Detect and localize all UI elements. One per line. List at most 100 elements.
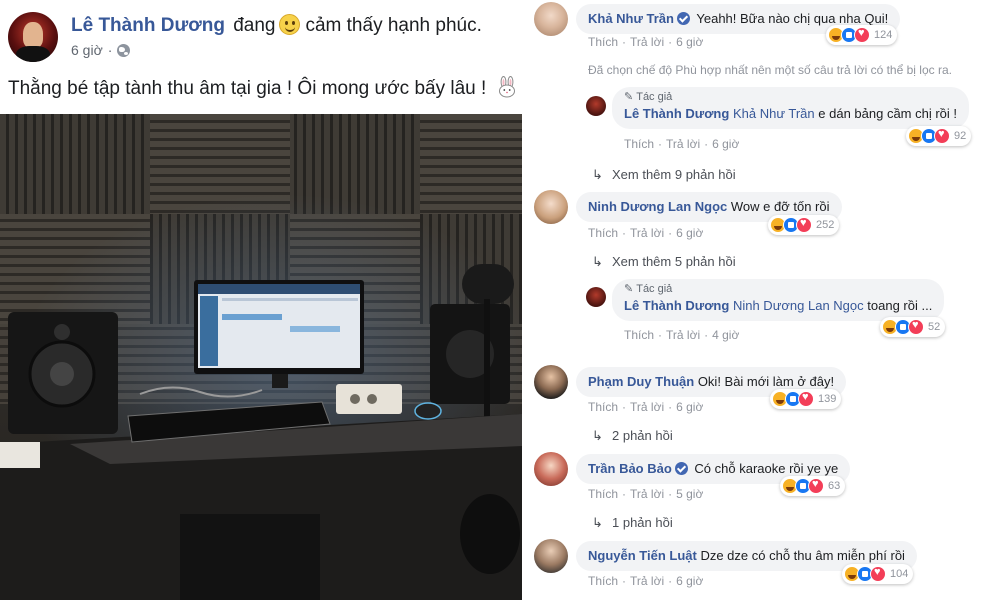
comment-text: Wow e đỡ tốn rồi	[730, 199, 830, 214]
comment-actions: Thích · Trả lời · 5 giờ	[588, 487, 703, 501]
reply-bubble: ✎ Tác giả Lê Thành Dương Khả Như Trần e d…	[612, 87, 970, 129]
author-badge: ✎ Tác giả	[624, 283, 932, 296]
post: Lê Thành Dương đang cảm thấy hạnh phúc. 6…	[0, 0, 522, 600]
post-author-name[interactable]: Lê Thành Dương	[71, 15, 225, 36]
view-more-replies-link[interactable]: ↳ 2 phản hồi	[592, 428, 673, 444]
comment-avatar[interactable]	[534, 2, 568, 36]
comment-actions: Thích · Trả lời · 6 giờ	[624, 137, 739, 151]
reply-link[interactable]: Trả lời	[630, 35, 664, 49]
globe-icon[interactable]	[117, 43, 131, 57]
comment-time[interactable]: 6 giờ	[712, 137, 739, 151]
separator-dot: ·	[668, 400, 673, 414]
reaction-count: 52	[928, 321, 941, 333]
commenter-name[interactable]: Ninh Dương Lan Ngọc	[588, 199, 727, 214]
post-photo[interactable]	[0, 114, 522, 600]
reply-link[interactable]: Trả lời	[666, 328, 700, 342]
smiley-icon	[279, 14, 301, 35]
post-header: Lê Thành Dương đang cảm thấy hạnh phúc. 6…	[8, 12, 482, 62]
separator-dot: ·	[622, 487, 627, 501]
pencil-icon: ✎	[624, 91, 634, 103]
reaction-summary[interactable]: 252	[768, 215, 840, 235]
post-body: Thằng bé tập tành thu âm tại gia ! Ôi mo…	[8, 76, 518, 102]
comment-time[interactable]: 4 giờ	[712, 328, 739, 342]
commenter-name[interactable]: Khả Như Trần	[588, 11, 674, 26]
comment-time[interactable]: 5 giờ	[676, 487, 703, 501]
reply-link[interactable]: Trả lời	[630, 226, 664, 240]
love-reaction-icon	[808, 478, 824, 494]
view-more-replies-label: 2 phản hồi	[612, 428, 673, 443]
comment-avatar[interactable]	[534, 365, 568, 399]
reaction-summary[interactable]: 63	[780, 476, 846, 496]
author-badge-label: Tác giả	[636, 91, 673, 103]
reaction-count: 124	[874, 29, 893, 41]
like-link[interactable]: Thích	[588, 226, 618, 240]
view-more-replies-link[interactable]: ↳ Xem thêm 5 phản hồi	[592, 254, 736, 270]
like-link[interactable]: Thích	[588, 574, 618, 588]
commenter-name[interactable]: Lê Thành Dương	[624, 106, 729, 121]
reaction-summary[interactable]: 139	[770, 389, 842, 409]
post-meta: Lê Thành Dương đang cảm thấy hạnh phúc. 6…	[71, 14, 482, 62]
reaction-summary[interactable]: 92	[906, 126, 972, 146]
author-badge: ✎ Tác giả	[624, 91, 957, 104]
love-reaction-icon	[908, 319, 924, 335]
post-time[interactable]: 6 giờ	[71, 42, 103, 58]
reaction-summary[interactable]: 104	[842, 564, 914, 584]
love-reaction-icon	[796, 217, 812, 233]
comment-avatar[interactable]	[534, 539, 568, 573]
comment-avatar[interactable]	[534, 190, 568, 224]
author-avatar[interactable]	[8, 12, 58, 62]
commenter-name[interactable]: Phạm Duy Thuận	[588, 374, 694, 389]
filter-note: Đã chọn chế độ Phù hợp nhất nên một số c…	[588, 63, 952, 77]
reaction-count: 104	[890, 568, 909, 580]
reply-link[interactable]: Trả lời	[630, 400, 664, 414]
like-link[interactable]: Thích	[624, 328, 654, 342]
separator-dot: ·	[668, 487, 673, 501]
love-reaction-icon	[798, 391, 814, 407]
commenter-name[interactable]: Nguyễn Tiến Luật	[588, 548, 697, 563]
like-link[interactable]: Thích	[588, 35, 618, 49]
reply-bubble: ✎ Tác giả Lê Thành Dương Ninh Dương Lan N…	[612, 279, 945, 321]
view-more-replies-link[interactable]: ↳ Xem thêm 9 phản hồi	[592, 167, 736, 183]
separator-dot: ·	[107, 42, 113, 58]
comment-text: Dze dze có chỗ thu âm miễn phí rồi	[700, 548, 905, 563]
post-text: Thằng bé tập tành thu âm tại gia ! Ôi mo…	[8, 78, 487, 99]
separator-dot: ·	[622, 574, 627, 588]
post-title-line: Lê Thành Dương đang cảm thấy hạnh phúc.	[71, 14, 482, 38]
comment-time[interactable]: 6 giờ	[676, 35, 703, 49]
tagged-user[interactable]: Khả Như Trần	[733, 106, 815, 121]
view-more-replies-link[interactable]: ↳ 1 phản hồi	[592, 515, 673, 531]
reply-link[interactable]: Trả lời	[630, 574, 664, 588]
commenter-name[interactable]: Lê Thành Dương	[624, 298, 729, 313]
like-link[interactable]: Thích	[588, 487, 618, 501]
view-more-replies-label: Xem thêm 9 phản hồi	[612, 167, 736, 182]
reply-avatar[interactable]	[586, 287, 606, 307]
view-more-replies-label: Xem thêm 5 phản hồi	[612, 254, 736, 269]
reaction-summary[interactable]: 52	[880, 317, 946, 337]
comment-actions: Thích · Trả lời · 6 giờ	[588, 226, 703, 240]
commenter-name[interactable]: Trần Bảo Bảo	[588, 461, 672, 476]
love-reaction-icon	[934, 128, 950, 144]
comment-actions: Thích · Trả lời · 6 giờ	[588, 574, 703, 588]
reply-link[interactable]: Trả lời	[666, 137, 700, 151]
separator-dot: ·	[622, 35, 627, 49]
reply-link[interactable]: Trả lời	[630, 487, 664, 501]
separator-dot: ·	[668, 226, 673, 240]
comments-section: Khả Như Trần Yeahh! Bữa nào chị qua nha …	[530, 0, 1000, 600]
comment-time[interactable]: 6 giờ	[676, 400, 703, 414]
feeling-prefix: đang	[233, 15, 276, 36]
like-link[interactable]: Thích	[624, 137, 654, 151]
separator-dot: ·	[704, 137, 709, 151]
reply-avatar[interactable]	[586, 96, 606, 116]
separator-dot: ·	[668, 35, 673, 49]
comment-time[interactable]: 6 giờ	[676, 226, 703, 240]
tagged-user[interactable]: Ninh Dương Lan Ngọc	[733, 298, 864, 313]
comment-text: Có chỗ karaoke rồi ye ye	[694, 461, 839, 476]
like-link[interactable]: Thích	[588, 400, 618, 414]
feeling-text[interactable]: cảm thấy hạnh phúc.	[305, 15, 481, 36]
comment-time[interactable]: 6 giờ	[676, 574, 703, 588]
separator-dot: ·	[704, 328, 709, 342]
reaction-summary[interactable]: 124	[826, 25, 898, 45]
view-more-replies-label: 1 phản hồi	[612, 515, 673, 530]
comment-text: e dán bảng cầm chị rồi !	[818, 106, 958, 121]
comment-avatar[interactable]	[534, 452, 568, 486]
